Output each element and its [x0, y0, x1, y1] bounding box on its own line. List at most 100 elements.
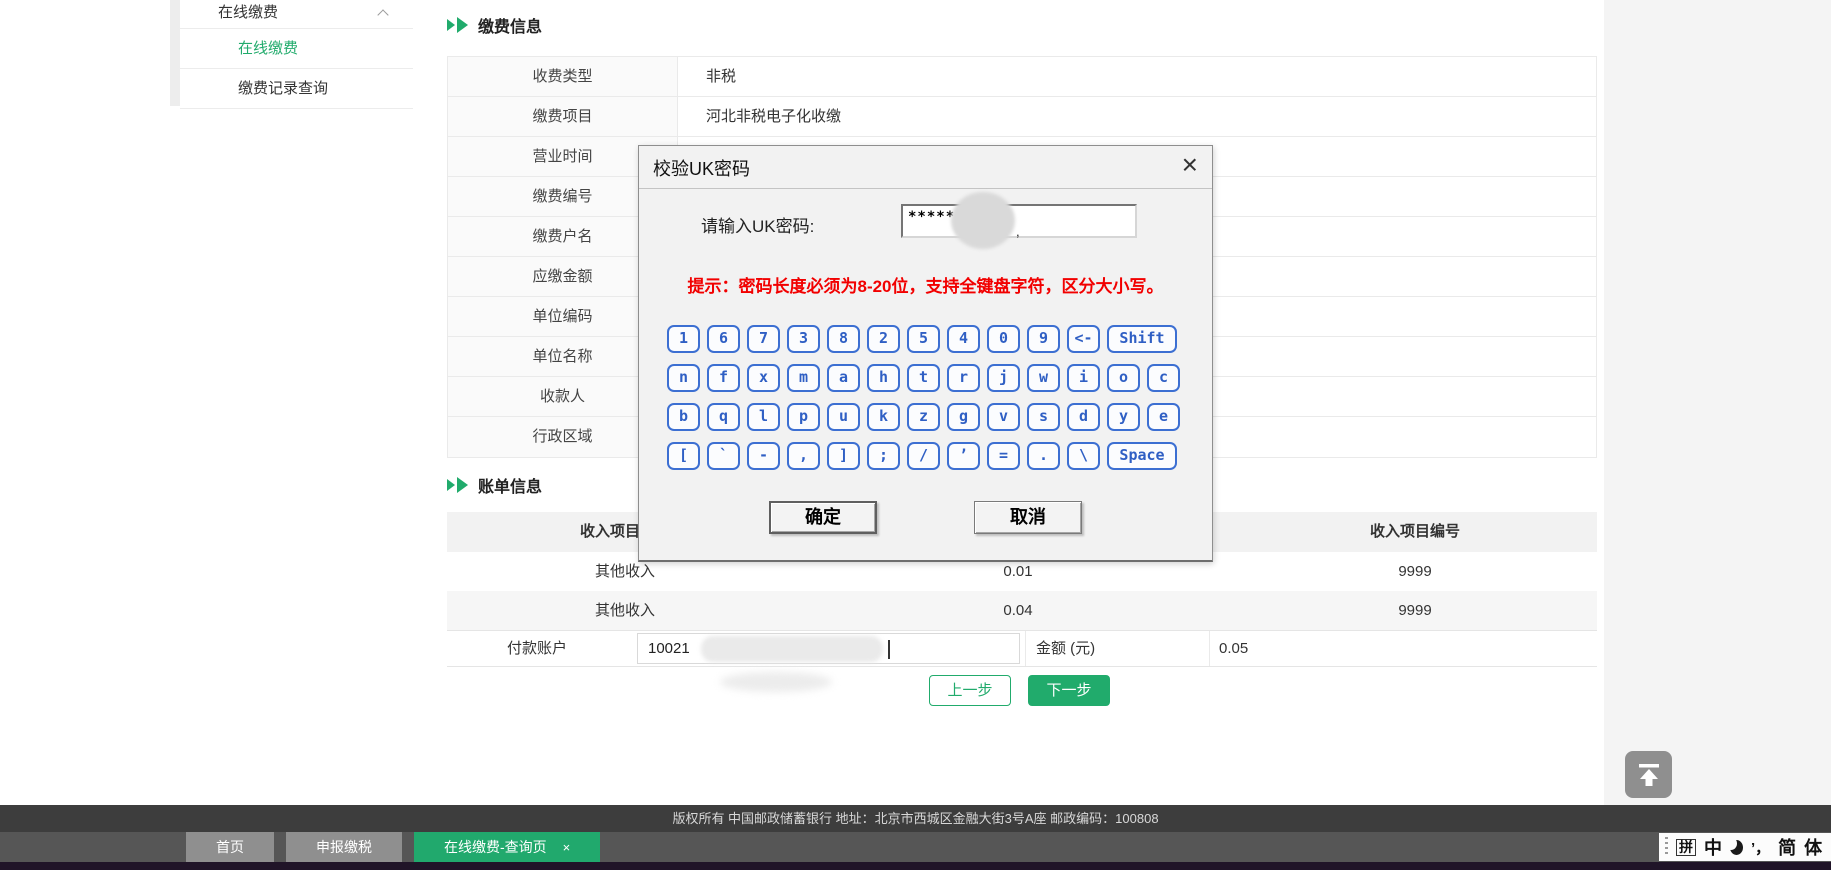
key-<-[interactable]: <- — [1067, 325, 1100, 353]
key-,[interactable]: , — [787, 442, 820, 470]
close-icon[interactable]: × — [1182, 148, 1198, 182]
key-0[interactable]: 0 — [987, 325, 1020, 353]
tab-home[interactable]: 首页 — [186, 832, 274, 862]
key-e[interactable]: e — [1147, 403, 1180, 431]
key-\[interactable]: \ — [1067, 442, 1100, 470]
key-/[interactable]: / — [907, 442, 940, 470]
next-step-button[interactable]: 下一步 — [1028, 675, 1110, 706]
sidebar-item-online-payment[interactable]: 在线缴费 — [180, 29, 413, 69]
key-9[interactable]: 9 — [1027, 325, 1060, 353]
sidebar-item-payment-records[interactable]: 缴费记录查询 — [180, 69, 413, 109]
key-j[interactable]: j — [987, 364, 1020, 392]
arrow-up-to-bar-icon — [1635, 761, 1663, 789]
ime-drag-handle-icon[interactable] — [1665, 837, 1668, 857]
key-’[interactable]: ’ — [947, 442, 980, 470]
key-h[interactable]: h — [867, 364, 900, 392]
field-label: 收费类型 — [448, 57, 678, 96]
key-f[interactable]: f — [707, 364, 740, 392]
tab-label: 在线缴费-查询页 — [444, 839, 547, 855]
key-o[interactable]: o — [1107, 364, 1140, 392]
payer-account-cell: 10021 — [632, 631, 1025, 666]
green-triangles-icon — [447, 17, 468, 33]
payer-account-row: 付款账户 10021 金额 (元) 0.05 — [447, 630, 1597, 667]
amount-value: 0.05 — [1209, 631, 1597, 666]
key-;[interactable]: ; — [867, 442, 900, 470]
bill-info-title-text: 账单信息 — [478, 473, 542, 497]
key-n[interactable]: n — [667, 364, 700, 392]
key-y[interactable]: y — [1107, 403, 1140, 431]
bill-info-section-title: 账单信息 — [447, 473, 542, 497]
previous-step-button[interactable]: 上一步 — [929, 675, 1011, 706]
chevron-up-icon[interactable] — [377, 9, 388, 20]
key-3[interactable]: 3 — [787, 325, 820, 353]
back-to-top-button[interactable] — [1625, 751, 1672, 798]
account-redaction-blur — [701, 636, 883, 662]
ime-punctuation-indicator[interactable]: ’， — [1751, 837, 1770, 858]
tab-close-icon[interactable]: × — [563, 840, 571, 855]
key-c[interactable]: c — [1147, 364, 1180, 392]
key-][interactable]: ] — [827, 442, 860, 470]
key-m[interactable]: m — [787, 364, 820, 392]
password-trailing-mark: , — [1016, 224, 1020, 239]
key-w[interactable]: w — [1027, 364, 1060, 392]
keyboard-row: 1673825409<-Shift — [667, 325, 1177, 353]
key-b[interactable]: b — [667, 403, 700, 431]
ime-simplified-indicator[interactable]: 简 — [1778, 834, 1796, 860]
key-8[interactable]: 8 — [827, 325, 860, 353]
key-7[interactable]: 7 — [747, 325, 780, 353]
key-x[interactable]: x — [747, 364, 780, 392]
ime-language-bar[interactable]: 拼 中 ’， 简 体 — [1659, 833, 1831, 861]
key-2[interactable]: 2 — [867, 325, 900, 353]
bill-row: 其他收入0.049999 — [447, 591, 1597, 630]
key-s[interactable]: s — [1027, 403, 1060, 431]
bill-table-rows: 其他收入0.019999其他收入0.049999 — [447, 552, 1597, 630]
ime-pinyin-indicator[interactable]: 拼 — [1676, 839, 1696, 856]
key-t[interactable]: t — [907, 364, 940, 392]
bill-cell: 其他收入 — [447, 591, 803, 630]
key-shift[interactable]: Shift — [1107, 325, 1177, 353]
ime-chinese-mode-indicator[interactable]: 中 — [1704, 834, 1722, 860]
key-5[interactable]: 5 — [907, 325, 940, 353]
green-triangles-icon — [447, 477, 468, 493]
key-v[interactable]: v — [987, 403, 1020, 431]
key-a[interactable]: a — [827, 364, 860, 392]
key-`[interactable]: ` — [707, 442, 740, 470]
key-u[interactable]: u — [827, 403, 860, 431]
cancel-button[interactable]: 取消 — [974, 501, 1082, 534]
key--[interactable]: - — [747, 442, 780, 470]
screen: 在线缴费 在线缴费 缴费记录查询 缴费信息 收费类型非税缴费项目河北非税电子化收… — [0, 0, 1831, 870]
key-4[interactable]: 4 — [947, 325, 980, 353]
copyright-footer: 版权所有 中国邮政储蓄银行 地址：北京市西城区金融大街3号A座 邮政编码：100… — [0, 805, 1831, 832]
key-.[interactable]: . — [1027, 442, 1060, 470]
right-background-panel — [1604, 0, 1831, 805]
ok-button[interactable]: 确定 — [769, 501, 877, 534]
key-6[interactable]: 6 — [707, 325, 740, 353]
text-cursor — [888, 640, 890, 659]
key-p[interactable]: p — [787, 403, 820, 431]
tab-declare-tax[interactable]: 申报缴税 — [286, 832, 402, 862]
key-=[interactable]: = — [987, 442, 1020, 470]
field-value: 非税 — [678, 57, 1596, 96]
key-i[interactable]: i — [1067, 364, 1100, 392]
key-space[interactable]: Space — [1107, 442, 1177, 470]
key-q[interactable]: q — [707, 403, 740, 431]
key-k[interactable]: k — [867, 403, 900, 431]
sidebar-scrollbar[interactable] — [170, 0, 180, 106]
tab-online-payment-query[interactable]: 在线缴费-查询页 × — [414, 832, 600, 862]
key-r[interactable]: r — [947, 364, 980, 392]
payer-account-value: 10021 — [648, 640, 690, 657]
ime-partial-glyph: 体 — [1804, 834, 1822, 860]
key-[[interactable]: [ — [667, 442, 700, 470]
key-l[interactable]: l — [747, 403, 780, 431]
key-z[interactable]: z — [907, 403, 940, 431]
keyboard-row: nfxmahtrjwioc — [667, 364, 1180, 392]
field-label: 缴费项目 — [448, 97, 678, 136]
bill-cell: 9999 — [1233, 552, 1597, 591]
key-g[interactable]: g — [947, 403, 980, 431]
sidebar-group-online-payment[interactable]: 在线缴费 — [180, 0, 413, 29]
key-1[interactable]: 1 — [667, 325, 700, 353]
half-moon-icon[interactable] — [1730, 840, 1743, 855]
dialog-title-divider — [639, 188, 1212, 189]
payer-account-input[interactable]: 10021 — [637, 633, 1020, 664]
key-d[interactable]: d — [1067, 403, 1100, 431]
